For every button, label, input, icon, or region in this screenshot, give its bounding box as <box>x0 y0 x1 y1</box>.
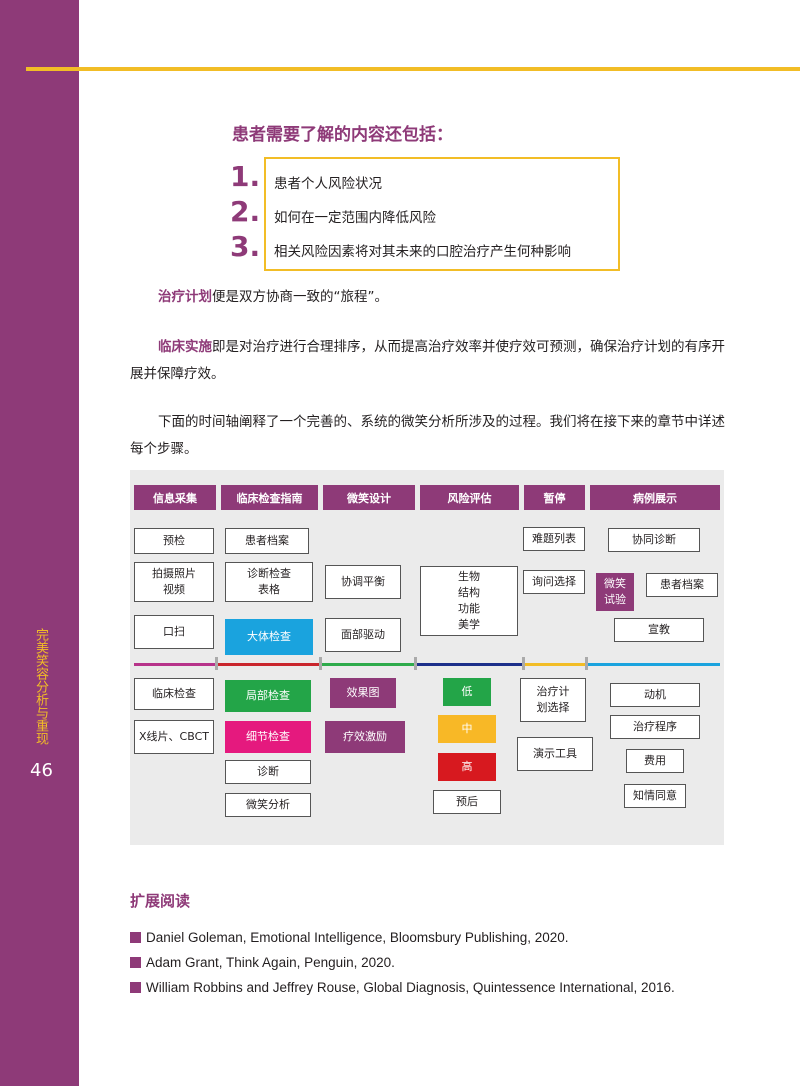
timeline-tick <box>414 657 417 670</box>
timeline-tick <box>319 657 322 670</box>
cell-inquiry-choice: 询问选择 <box>523 570 585 594</box>
section-title: 患者需要了解的内容还包括： <box>232 125 453 145</box>
cell-treatment-procedure: 治疗程序 <box>610 715 700 739</box>
cell-cost: 费用 <box>626 749 684 773</box>
cell-problem-list: 难题列表 <box>523 527 585 551</box>
cell-diagnosis: 诊断 <box>225 760 311 784</box>
highlight: 治疗计划 <box>158 289 212 305</box>
cell-intraoral-scan: 口扫 <box>134 615 214 649</box>
cell-motivation-effect: 疗效激励 <box>325 721 405 753</box>
reference-item: Adam Grant, Think Again, Penguin, 2020. <box>130 955 395 970</box>
timeline-tick <box>522 657 525 670</box>
cell-general-exam: 大体检查 <box>225 619 313 655</box>
cell-informed-consent: 知情同意 <box>624 784 686 808</box>
reference-item: Daniel Goleman, Emotional Intelligence, … <box>130 930 569 945</box>
header-pause: 暂停 <box>524 485 585 510</box>
paragraph-text: 便是双方协商一致的“旅程”。 <box>212 289 388 305</box>
list-item: 相关风险因素将对其未来的口腔治疗产生何种影响 <box>274 244 571 260</box>
header-info-collection: 信息采集 <box>134 485 216 510</box>
paragraph-text: 即是对治疗进行合理排序，从而提高治疗效率并使疗效可预测，确保治疗计划的有序开展并… <box>130 339 725 382</box>
cell-treatment-plan-options: 治疗计 划选择 <box>520 678 586 722</box>
cell-motivation: 动机 <box>610 683 700 707</box>
paragraph: 临床实施即是对治疗进行合理排序，从而提高治疗效率并使疗效可预测，确保治疗计划的有… <box>130 334 726 388</box>
page-number: 46 <box>30 760 53 781</box>
cell-risk-high: 高 <box>438 753 496 781</box>
item-number: 2. <box>230 195 261 228</box>
reference-text: Daniel Goleman, Emotional Intelligence, … <box>146 930 569 945</box>
list-item: 患者个人风险状况 <box>274 176 382 192</box>
timeline-segment <box>415 663 523 666</box>
top-divider <box>26 67 800 71</box>
cell-collaborative-diagnosis: 协同诊断 <box>608 528 700 552</box>
cell-precheck: 预检 <box>134 528 214 554</box>
cell-education: 宣教 <box>614 618 704 642</box>
cell-risk-medium: 中 <box>438 715 496 743</box>
reference-text: William Robbins and Jeffrey Rouse, Globa… <box>146 980 675 995</box>
highlight: 临床实施 <box>158 339 212 355</box>
cell-bio-structure-function-aesthetics: 生物 结构 功能 美学 <box>420 566 518 636</box>
timeline-diagram: 信息采集 临床检查指南 微笑设计 风险评估 暂停 病例展示 预检 拍摄照片 视频… <box>130 470 724 845</box>
cell-patient-file: 患者档案 <box>225 528 309 554</box>
cell-photo-video: 拍摄照片 视频 <box>134 562 214 602</box>
timeline-segment <box>134 663 216 666</box>
header-clinical-exam: 临床检查指南 <box>221 485 318 510</box>
header-case-presentation: 病例展示 <box>590 485 720 510</box>
cell-facial-driven: 面部驱动 <box>325 618 401 652</box>
cell-clinical-check: 临床检查 <box>134 678 214 710</box>
timeline-tick <box>215 657 218 670</box>
sidebar <box>0 0 79 1086</box>
timeline-segment <box>216 663 320 666</box>
list-item: 如何在一定范围内降低风险 <box>274 210 436 226</box>
timeline-tick <box>585 657 588 670</box>
bullet-square-icon <box>130 957 141 968</box>
timeline-segment <box>586 663 720 666</box>
cell-smile-trial: 微笑 试验 <box>596 573 634 611</box>
paragraph: 治疗计划便是双方协商一致的“旅程”。 <box>130 284 726 311</box>
cell-rendering: 效果图 <box>330 678 396 708</box>
running-title: 完美笑容分析与重现 <box>33 628 48 745</box>
bullet-square-icon <box>130 932 141 943</box>
cell-risk-low: 低 <box>443 678 491 706</box>
cell-harmony-balance: 协调平衡 <box>325 565 401 599</box>
timeline-segment <box>523 663 586 666</box>
further-reading-title: 扩展阅读 <box>130 892 191 910</box>
header-risk-assessment: 风险评估 <box>420 485 519 510</box>
cell-prognosis: 预后 <box>433 790 501 814</box>
item-number: 3. <box>230 230 261 263</box>
cell-detail-exam: 细节检查 <box>225 721 311 753</box>
header-smile-design: 微笑设计 <box>323 485 415 510</box>
timeline-segment <box>320 663 415 666</box>
cell-local-exam: 局部检查 <box>225 680 311 712</box>
paragraph: 下面的时间轴阐释了一个完善的、系统的微笑分析所涉及的过程。我们将在接下来的章节中… <box>130 414 725 457</box>
reference-item: William Robbins and Jeffrey Rouse, Globa… <box>130 980 675 995</box>
cell-patient-file-2: 患者档案 <box>646 573 718 597</box>
cell-diagnostic-checklist: 诊断检查 表格 <box>225 562 313 602</box>
reference-text: Adam Grant, Think Again, Penguin, 2020. <box>146 955 395 970</box>
cell-presentation-tools: 演示工具 <box>517 737 593 771</box>
bullet-square-icon <box>130 982 141 993</box>
cell-smile-analysis: 微笑分析 <box>225 793 311 817</box>
item-number: 1. <box>230 160 261 193</box>
cell-xray-cbct: X线片、CBCT <box>134 720 214 754</box>
